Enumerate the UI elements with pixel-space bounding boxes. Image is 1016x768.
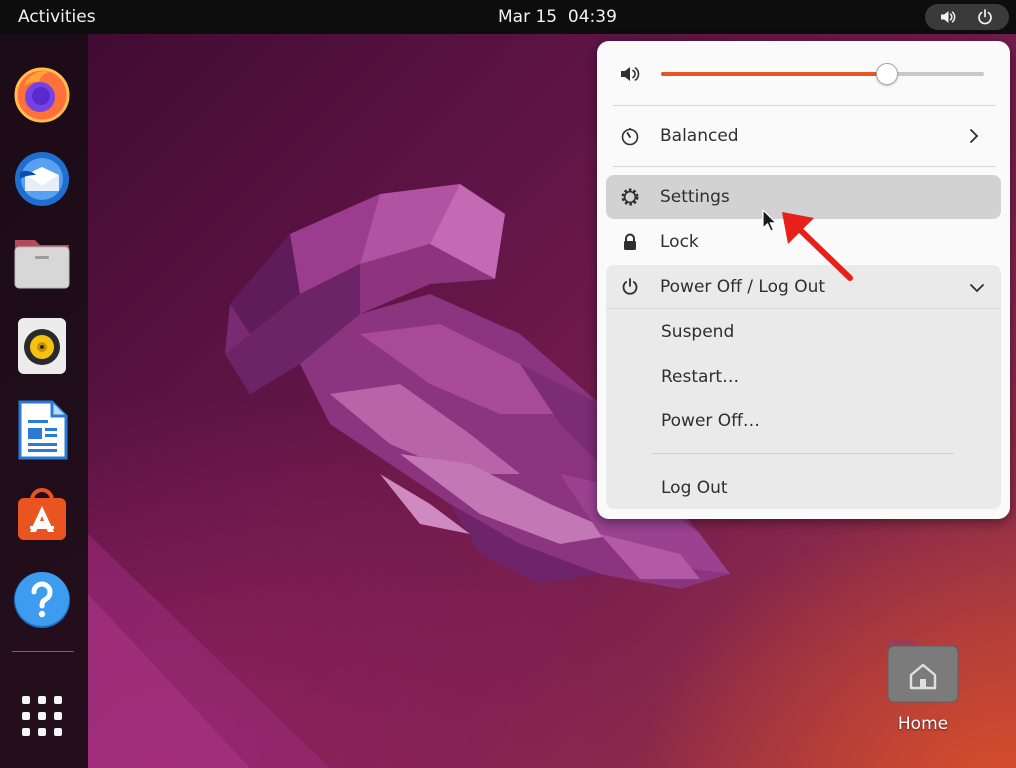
dock bbox=[0, 34, 88, 768]
volume-slider-fill bbox=[661, 72, 888, 76]
system-tray-button[interactable] bbox=[925, 4, 1009, 30]
volume-slider-thumb[interactable] bbox=[876, 63, 899, 85]
writer-icon bbox=[18, 400, 68, 460]
restart-label: Restart… bbox=[661, 367, 740, 387]
grid-icon bbox=[22, 696, 30, 704]
restart-item[interactable]: Restart… bbox=[606, 355, 1001, 399]
dock-thunderbird[interactable] bbox=[10, 146, 74, 210]
volume-slider[interactable] bbox=[661, 63, 984, 85]
power-mode-icon bbox=[621, 128, 639, 146]
dock-files[interactable] bbox=[10, 230, 74, 294]
lock-icon bbox=[624, 233, 636, 250]
firefox-icon bbox=[14, 67, 70, 123]
volume-icon bbox=[941, 11, 956, 23]
clock-button[interactable]: Mar 15 04:39 bbox=[488, 0, 627, 34]
dock-rhythmbox[interactable] bbox=[10, 314, 74, 378]
dock-ubuntu-software[interactable] bbox=[10, 482, 74, 546]
gear-icon bbox=[621, 188, 639, 206]
suspend-item[interactable]: Suspend bbox=[606, 310, 1001, 354]
power-off-submenu: Power Off / Log Out Suspend Restart… Pow… bbox=[606, 265, 1001, 509]
chevron-down-icon bbox=[970, 284, 984, 293]
desktop-icon-label: Home bbox=[897, 714, 949, 734]
power-off-label: Power Off… bbox=[661, 411, 760, 431]
help-icon bbox=[14, 572, 70, 628]
home-folder-icon bbox=[887, 640, 959, 703]
power-mode-label: Balanced bbox=[660, 126, 739, 146]
activities-button[interactable]: Activities bbox=[8, 0, 106, 34]
dock-separator bbox=[12, 651, 74, 652]
menu-separator bbox=[613, 166, 996, 167]
annotation-arrow-icon bbox=[782, 212, 853, 281]
power-icon bbox=[622, 278, 638, 295]
suspend-label: Suspend bbox=[661, 322, 735, 342]
show-applications-button[interactable] bbox=[22, 696, 62, 736]
dock-firefox[interactable] bbox=[10, 62, 74, 126]
power-off-item[interactable]: Power Off… bbox=[606, 399, 1001, 443]
power-icon bbox=[978, 9, 992, 25]
chevron-right-icon bbox=[970, 129, 979, 143]
dock-libreoffice-writer[interactable] bbox=[10, 398, 74, 462]
menu-separator bbox=[613, 105, 996, 106]
menu-separator bbox=[652, 453, 954, 454]
log-out-label: Log Out bbox=[661, 478, 728, 498]
top-bar: Activities Mar 15 04:39 bbox=[0, 0, 1016, 34]
rhythmbox-icon bbox=[18, 318, 66, 374]
desktop-icon-home[interactable]: Home bbox=[880, 630, 966, 742]
speaker-icon[interactable] bbox=[619, 64, 641, 84]
log-out-item[interactable]: Log Out bbox=[606, 466, 1001, 510]
settings-label: Settings bbox=[660, 187, 730, 207]
software-icon bbox=[18, 488, 66, 540]
lock-label: Lock bbox=[660, 232, 699, 252]
dock-help[interactable] bbox=[10, 566, 74, 630]
power-mode-item[interactable]: Balanced bbox=[606, 114, 1001, 158]
thunderbird-icon bbox=[15, 152, 69, 206]
files-icon bbox=[14, 240, 70, 289]
